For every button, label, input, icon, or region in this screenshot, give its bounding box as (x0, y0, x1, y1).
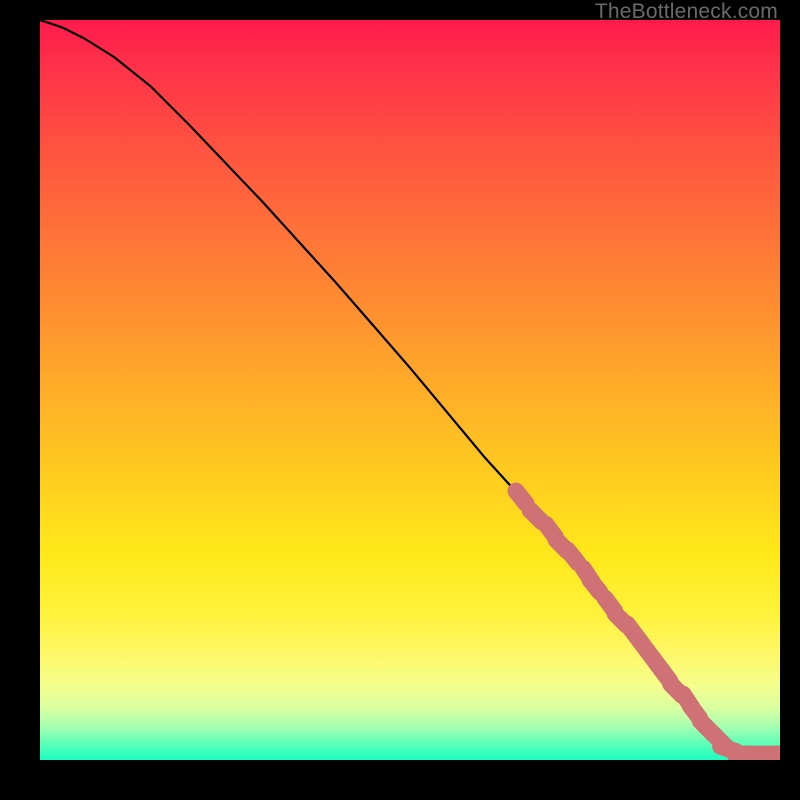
chart-curve (40, 20, 780, 754)
chart-frame (40, 20, 780, 760)
chart-marker (568, 550, 578, 563)
chart-marker (516, 491, 526, 504)
chart-overlay (40, 20, 780, 760)
chart-markers (516, 491, 780, 754)
chart-marker (590, 580, 600, 593)
